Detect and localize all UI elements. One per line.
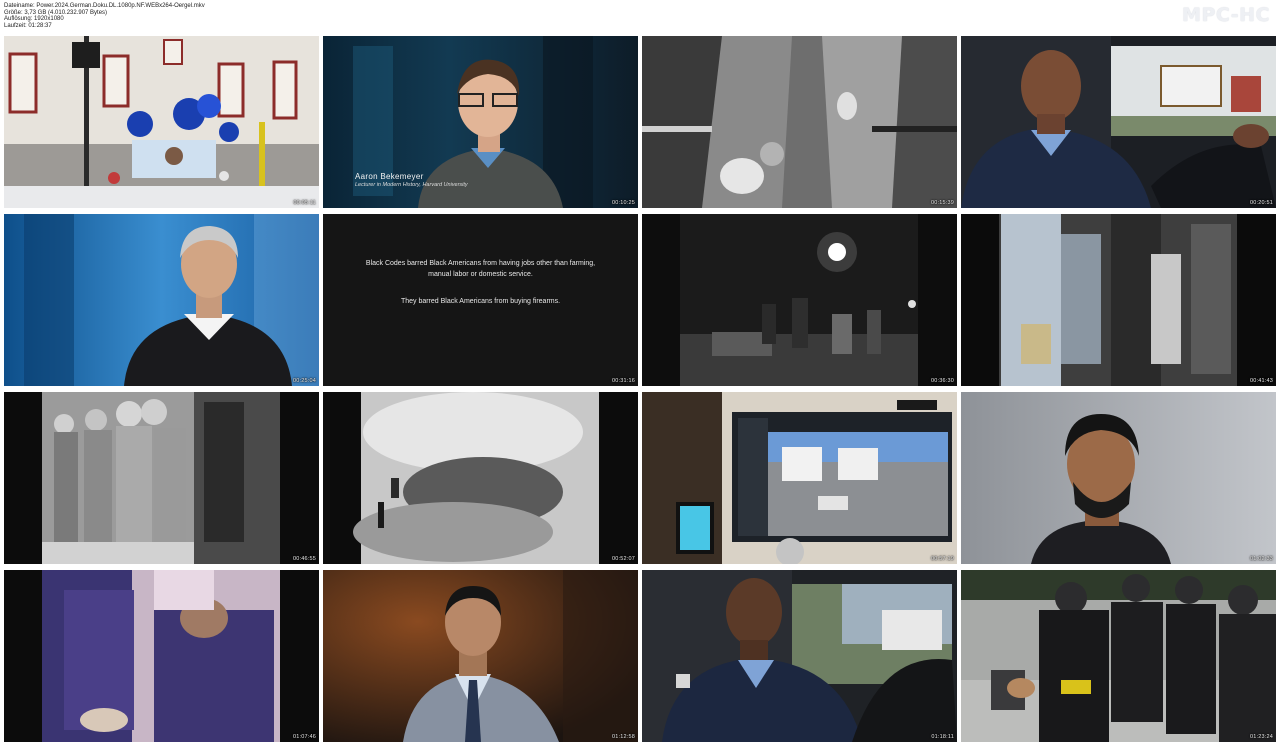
thumbnail-image <box>4 392 319 564</box>
sheet-header: Dateiname: Power.2024.German.Doku.DL.108… <box>0 0 1280 36</box>
timestamp-label: 01:23:24 <box>1249 734 1273 740</box>
app-brand-logo: MPC-HC <box>1182 4 1270 26</box>
thumbnail-tile: Black Codes barred Black Americans from … <box>323 214 638 386</box>
timestamp-label: 00:52:07 <box>611 556 635 562</box>
thumbnail-tile: 01:07:46 <box>4 570 319 742</box>
file-duration: Laufzeit: 01:28:37 <box>4 22 52 29</box>
file-name: Dateiname: Power.2024.German.Doku.DL.108… <box>4 3 205 9</box>
timestamp-label: 01:02:33 <box>1249 556 1273 562</box>
caption-line: Black Codes barred Black Americans from … <box>365 260 596 267</box>
thumbnail-image <box>961 570 1276 742</box>
thumbnail-image <box>4 570 319 742</box>
thumbnail-tile: 01:23:24 <box>961 570 1276 742</box>
thumbnail-tile: 00:46:55 <box>4 392 319 564</box>
thumbnail-image <box>642 36 957 208</box>
timestamp-label: 00:15:39 <box>930 200 954 206</box>
thumbnail-tile: 00:52:07 <box>323 392 638 564</box>
lower-third-name: Aaron Bekemeyer <box>355 172 424 181</box>
thumbnail-tile: Aaron Bekemeyer Lecturer in Modern Histo… <box>323 36 638 208</box>
thumbnail-tile: 00:20:51 <box>961 36 1276 208</box>
thumbnail-image <box>642 214 957 386</box>
lower-third-role: Lecturer in Modern History, Harvard Univ… <box>355 182 468 188</box>
timestamp-label: 00:20:51 <box>1249 200 1273 206</box>
timestamp-label: 00:46:55 <box>292 556 316 562</box>
thumbnail-tile: 01:12:58 <box>323 570 638 742</box>
thumbnail-tile: 00:15:39 <box>642 36 957 208</box>
thumbnail-tile: 00:25:04 <box>4 214 319 386</box>
caption-text-block: Black Codes barred Black Americans from … <box>343 258 618 280</box>
thumbnail-image <box>4 214 319 386</box>
thumbnail-grid: 00:05:11 Aaron Bekemeyer Lecturer in Mod… <box>4 36 1276 746</box>
thumbnail-tile: 00:36:30 <box>642 214 957 386</box>
timestamp-label: 00:05:11 <box>293 200 316 206</box>
timestamp-label: 00:10:25 <box>611 200 635 206</box>
thumbnail-image <box>961 214 1276 386</box>
caption-line: They barred Black Americans from buying … <box>400 298 561 305</box>
timestamp-label: 01:07:46 <box>292 734 316 740</box>
thumbnail-image <box>323 392 638 564</box>
timestamp-label: 00:31:16 <box>611 378 635 384</box>
thumbnail-tile: 01:02:33 <box>961 392 1276 564</box>
thumbnail-image <box>642 392 957 564</box>
file-info: Dateiname: Power.2024.German.Doku.DL.108… <box>4 3 205 29</box>
timestamp-label: 00:57:19 <box>930 556 954 562</box>
timestamp-label: 00:36:30 <box>930 378 954 384</box>
thumbnail-tile: 00:57:19 <box>642 392 957 564</box>
timestamp-label: 01:12:58 <box>611 734 635 740</box>
thumbnail-tile: 01:18:11 <box>642 570 957 742</box>
thumbnail-image <box>323 570 638 742</box>
timestamp-label: 00:25:04 <box>292 378 316 384</box>
thumbnail-image <box>642 570 957 742</box>
thumbnail-tile: 00:05:11 <box>4 36 319 208</box>
thumbnail-tile: 00:41:43 <box>961 214 1276 386</box>
file-resolution: Auflösung: 1920x1080 <box>4 16 64 23</box>
thumbnail-image <box>4 36 319 208</box>
timestamp-label: 01:18:11 <box>931 734 954 740</box>
thumbnail-image <box>961 392 1276 564</box>
caption-line: manual labor or domestic service. <box>428 271 533 278</box>
file-size: Größe: 3,73 GB (4.010.232.907 Bytes) <box>4 9 108 16</box>
timestamp-label: 00:41:43 <box>1249 378 1273 384</box>
thumbnail-image <box>961 36 1276 208</box>
